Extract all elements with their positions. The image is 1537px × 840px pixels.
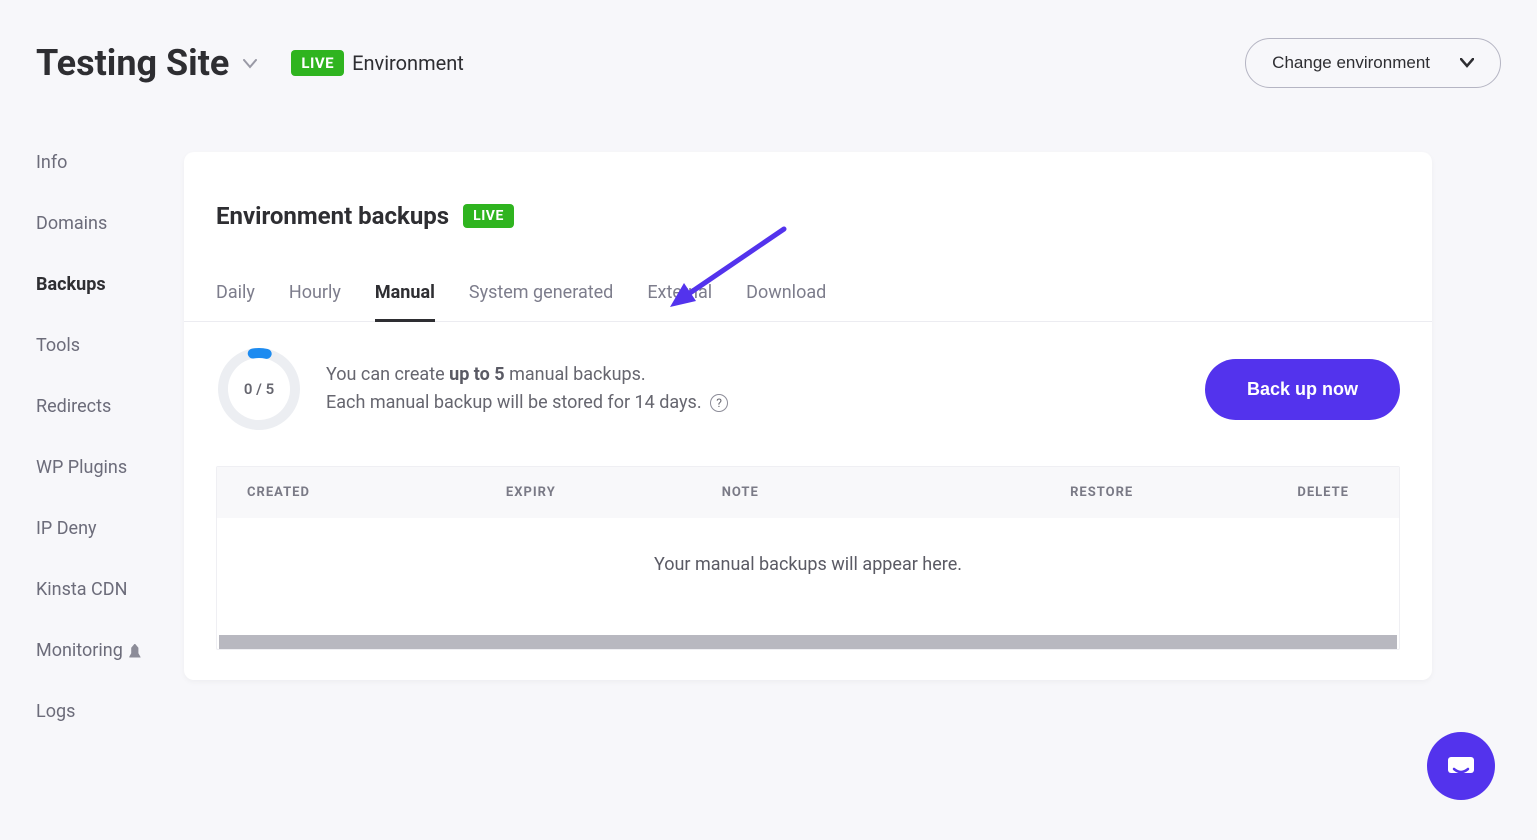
panel-title: Environment backups <box>216 202 449 230</box>
tab-download[interactable]: Download <box>746 282 826 322</box>
tab-hourly[interactable]: Hourly <box>289 282 341 322</box>
sidebar-item-monitoring[interactable]: Monitoring <box>36 640 184 661</box>
sidebar-item-redirects[interactable]: Redirects <box>36 396 184 417</box>
sidebar: Info Domains Backups Tools Redirects WP … <box>0 152 184 722</box>
table-empty-message: Your manual backups will appear here. <box>217 518 1399 615</box>
sidebar-item-label: Logs <box>36 701 75 722</box>
tab-daily[interactable]: Daily <box>216 282 255 322</box>
usage-ring: 0 / 5 <box>216 346 302 432</box>
tab-label: Daily <box>216 282 255 303</box>
sidebar-item-label: Tools <box>36 335 80 356</box>
chevron-down-icon <box>243 53 257 74</box>
manual-backup-info: 0 / 5 You can create up to 5 manual back… <box>184 322 1432 456</box>
info-text-part: manual backups. <box>505 364 646 385</box>
sidebar-item-kinsta-cdn[interactable]: Kinsta CDN <box>36 579 184 600</box>
tab-label: Manual <box>375 282 435 303</box>
env-live-badge: LIVE <box>291 50 344 76</box>
sidebar-item-label: Domains <box>36 213 107 234</box>
page-header: Testing Site LIVE Environment Change env… <box>0 0 1537 88</box>
sidebar-item-label: WP Plugins <box>36 457 127 478</box>
sidebar-item-wp-plugins[interactable]: WP Plugins <box>36 457 184 478</box>
change-environment-button[interactable]: Change environment <box>1245 38 1501 88</box>
sidebar-item-label: Monitoring <box>36 640 123 661</box>
sidebar-item-label: Kinsta CDN <box>36 579 127 600</box>
info-text-part: You can create <box>326 364 449 385</box>
col-created: CREATED <box>247 485 506 500</box>
info-text-strong: up to 5 <box>449 364 505 385</box>
sidebar-item-label: Backups <box>36 274 106 295</box>
chevron-down-icon <box>1460 53 1474 73</box>
table-header: CREATED EXPIRY NOTE RESTORE DELETE <box>217 467 1399 518</box>
col-expiry: EXPIRY <box>506 485 722 500</box>
site-title: Testing Site <box>36 42 229 84</box>
env-label: Environment <box>352 51 464 75</box>
tab-system-generated[interactable]: System generated <box>469 282 613 322</box>
tab-label: Hourly <box>289 282 341 303</box>
tab-external[interactable]: External <box>647 282 712 322</box>
horizontal-scrollbar[interactable] <box>219 635 1397 649</box>
sidebar-item-ip-deny[interactable]: IP Deny <box>36 518 184 539</box>
panel-live-badge: LIVE <box>463 204 514 228</box>
backup-now-button[interactable]: Back up now <box>1205 359 1400 420</box>
backups-table: CREATED EXPIRY NOTE RESTORE DELETE Your … <box>216 466 1400 650</box>
sidebar-item-label: Info <box>36 152 67 173</box>
sidebar-item-backups[interactable]: Backups <box>36 274 184 295</box>
backup-tabs: Daily Hourly Manual System generated Ext… <box>184 282 1432 322</box>
sidebar-item-info[interactable]: Info <box>36 152 184 173</box>
tab-label: System generated <box>469 282 613 303</box>
tab-manual[interactable]: Manual <box>375 282 435 322</box>
sidebar-item-domains[interactable]: Domains <box>36 213 184 234</box>
col-delete: DELETE <box>1153 485 1369 500</box>
chat-launcher-button[interactable] <box>1427 732 1495 800</box>
chat-icon <box>1445 750 1477 782</box>
change-env-label: Change environment <box>1272 53 1430 73</box>
site-selector[interactable]: Testing Site <box>36 42 257 84</box>
sidebar-item-logs[interactable]: Logs <box>36 701 184 722</box>
sidebar-item-label: Redirects <box>36 396 111 417</box>
panel-heading: Environment backups LIVE <box>184 202 1432 230</box>
col-restore: RESTORE <box>937 485 1153 500</box>
col-note: NOTE <box>722 485 938 500</box>
backups-panel: Environment backups LIVE Daily Hourly Ma… <box>184 152 1432 680</box>
tab-label: Download <box>746 282 826 303</box>
usage-text: 0 / 5 <box>216 346 302 432</box>
tab-label: External <box>647 282 712 303</box>
sidebar-item-label: IP Deny <box>36 518 97 539</box>
bell-icon <box>129 644 141 658</box>
info-text: You can create up to 5 manual backups. E… <box>326 361 728 417</box>
sidebar-item-tools[interactable]: Tools <box>36 335 184 356</box>
help-icon[interactable]: ? <box>710 394 728 412</box>
info-text-line2: Each manual backup will be stored for 14… <box>326 392 702 413</box>
